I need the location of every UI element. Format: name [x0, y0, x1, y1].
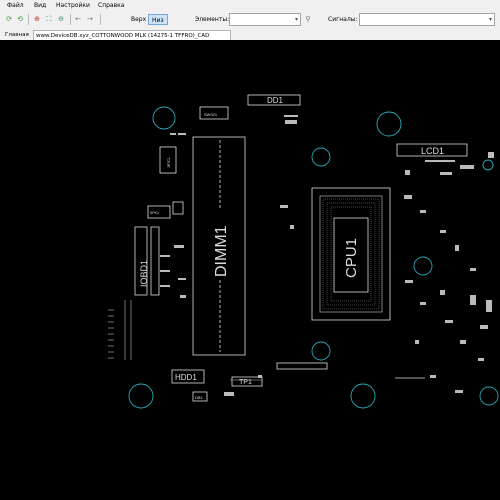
label-tp1: TP1 [239, 379, 252, 386]
toolbar: ⟳ ⟲ ⊕ ⛶ ⊖ ← → Верх Низ Элементы: ▾ ⚲ Сиг… [0, 11, 500, 28]
menu-settings[interactable]: Настройки [56, 2, 90, 9]
iobd-outline [150, 226, 160, 296]
chevron-down-icon: ▾ [488, 16, 492, 23]
reload-icon[interactable]: ⟲ [16, 15, 24, 23]
label-cpu1: CPU1 [343, 238, 360, 278]
signals-combo[interactable]: ▾ [359, 13, 495, 26]
forward-arrow-icon[interactable]: → [86, 15, 94, 23]
label-iobd1: IOBD1 [139, 260, 149, 287]
tab-board-file[interactable]: www.DeviceDB.xyz_COTTONWOOD MLK (14275-1… [33, 30, 231, 40]
elements-label: Элементы: [195, 16, 230, 23]
menu-view[interactable]: Вид [34, 2, 46, 9]
connector-outline [276, 362, 328, 370]
tab-bar: Главная www.DeviceDB.xyz_COTTONWOOD MLK … [0, 28, 500, 40]
bottom-side-button[interactable]: Низ [148, 14, 168, 25]
labels: DD1 LCD1 DIMM1 CPU1 IOBD1 HDD1 TP1 SW321… [139, 96, 444, 400]
label-db: DB1 [195, 395, 204, 400]
label-misc1: JRTC1 [167, 157, 171, 168]
elements-combo[interactable]: ▾ [229, 13, 301, 26]
filter-icon[interactable]: ⚲ [304, 15, 312, 23]
label-dd1: DD1 [267, 96, 284, 105]
toolbar-separator [28, 14, 29, 25]
menu-help[interactable]: Справка [98, 2, 124, 9]
menu-bar: Файл Вид Настройки Справка [0, 0, 500, 11]
board-canvas[interactable]: DD1 LCD1 DIMM1 CPU1 IOBD1 HDD1 TP1 SW321… [0, 40, 500, 500]
label-sw: SW321 [204, 112, 218, 117]
chevron-down-icon: ▾ [294, 16, 298, 23]
label-hdd1: HDD1 [175, 373, 197, 382]
refresh-icon[interactable]: ⟳ [5, 15, 13, 23]
back-arrow-icon[interactable]: ← [74, 15, 82, 23]
toolbar-separator [100, 14, 101, 25]
label-dimm1: DIMM1 [213, 225, 230, 277]
board-drawing[interactable]: DD1 LCD1 DIMM1 CPU1 IOBD1 HDD1 TP1 SW321… [0, 40, 500, 500]
component-outline [172, 201, 184, 215]
zoom-in-icon[interactable]: ⊕ [33, 15, 41, 23]
label-lcd1: LCD1 [421, 146, 444, 156]
menu-file[interactable]: Файл [7, 2, 24, 9]
signals-label: Сигналы: [328, 16, 358, 23]
pad-cluster [160, 115, 494, 396]
top-side-button[interactable]: Верх [131, 16, 146, 23]
tab-home[interactable]: Главная [3, 30, 31, 40]
left-edge-pins [108, 300, 132, 360]
label-misc2: SPK1 [150, 211, 159, 215]
zoom-out-icon[interactable]: ⊖ [57, 15, 65, 23]
zoom-fit-icon[interactable]: ⛶ [45, 15, 53, 23]
toolbar-separator [70, 14, 71, 25]
